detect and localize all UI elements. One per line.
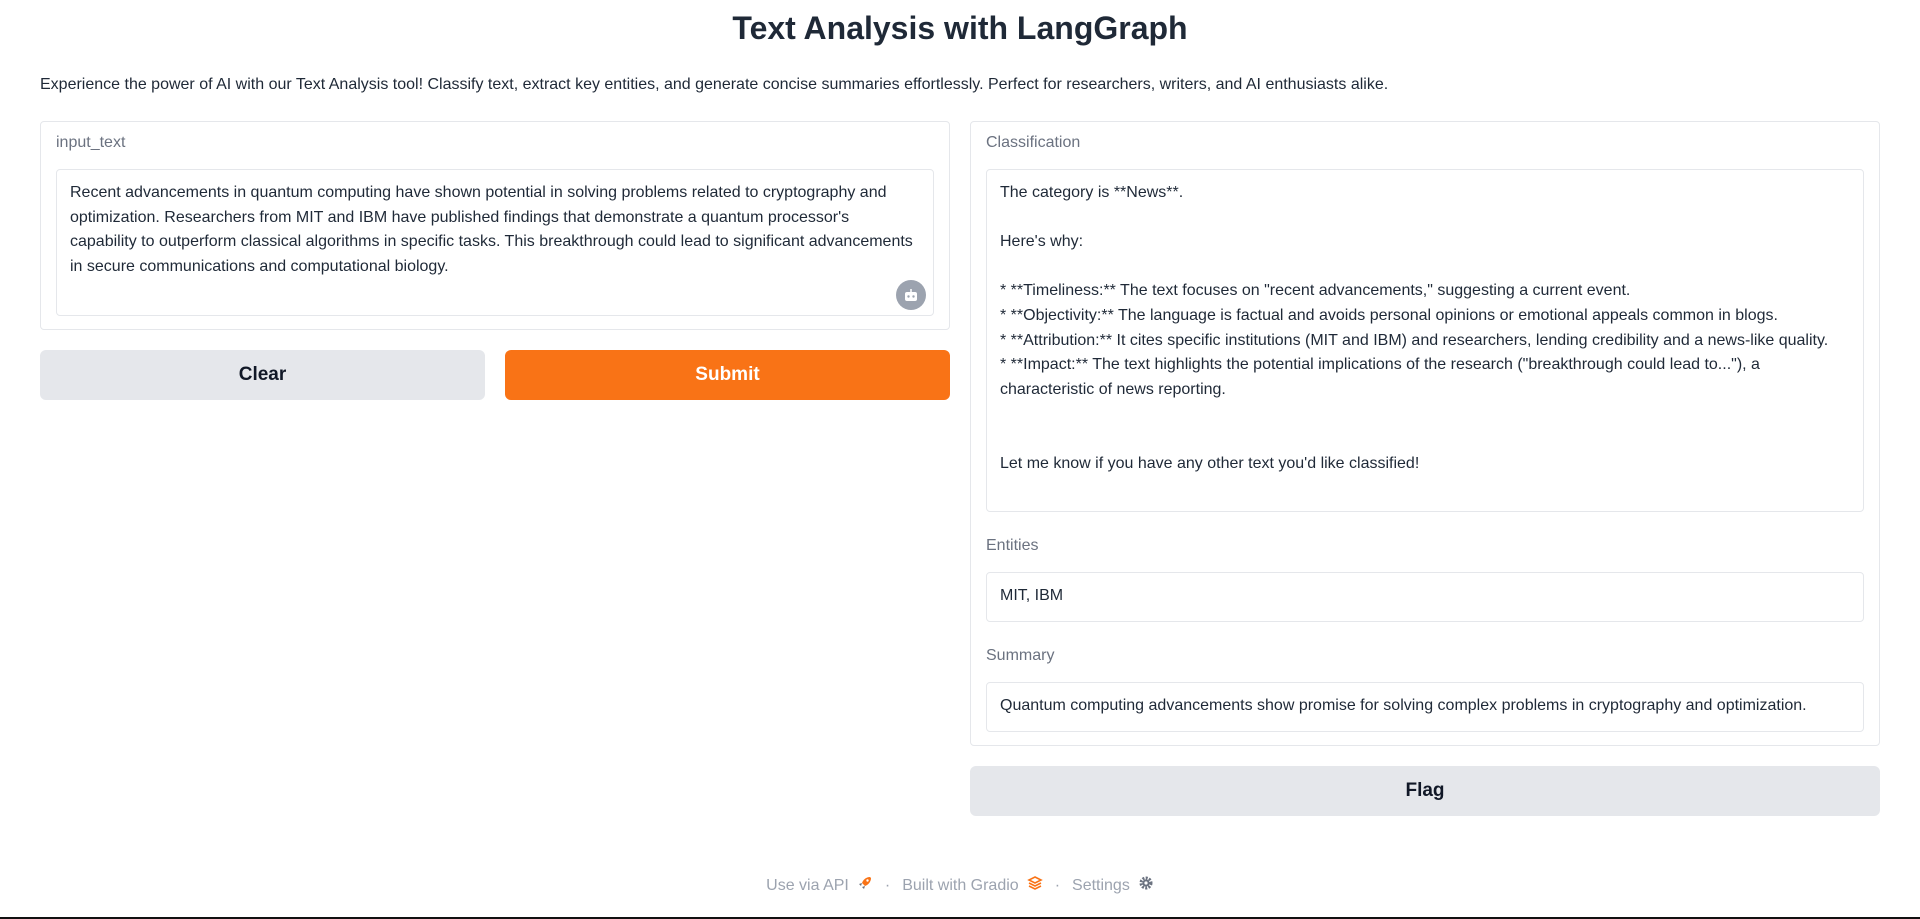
classification-output[interactable]: The category is **News**. Here's why: * … bbox=[986, 169, 1864, 512]
built-with-gradio-link[interactable]: Built with Gradio bbox=[902, 875, 1043, 896]
footer-separator: · bbox=[884, 876, 891, 894]
footer-separator: · bbox=[1054, 876, 1061, 894]
flag-button[interactable]: Flag bbox=[970, 766, 1880, 816]
page-title: Text Analysis with LangGraph bbox=[732, 10, 1188, 46]
gradio-logo-icon bbox=[1026, 875, 1043, 896]
clear-button[interactable]: Clear bbox=[40, 350, 485, 400]
rocket-icon bbox=[857, 875, 873, 896]
input-panel: input_text Recent advancements in quantu… bbox=[40, 121, 950, 330]
entities-output[interactable]: MIT, IBM bbox=[986, 572, 1864, 622]
built-with-gradio-label: Built with Gradio bbox=[902, 876, 1019, 894]
use-via-api-label: Use via API bbox=[766, 876, 849, 894]
page-description: Experience the power of AI with our Text… bbox=[40, 76, 1389, 93]
summary-label: Summary bbox=[986, 647, 1055, 664]
settings-link[interactable]: Settings bbox=[1072, 875, 1154, 896]
summary-output[interactable]: Quantum computing advancements show prom… bbox=[986, 682, 1864, 732]
footer: Use via API · Built with Gradio · Settin… bbox=[0, 875, 1920, 896]
settings-label: Settings bbox=[1072, 876, 1130, 894]
input-text-area[interactable]: Recent advancements in quantum computing… bbox=[56, 169, 934, 316]
app-root: Text Analysis with LangGraph Experience … bbox=[0, 0, 1920, 919]
input-text-label: input_text bbox=[56, 134, 126, 151]
classification-label: Classification bbox=[986, 134, 1081, 151]
submit-button[interactable]: Submit bbox=[505, 350, 950, 400]
output-panel: Classification The category is **News**.… bbox=[970, 121, 1880, 746]
use-via-api-link[interactable]: Use via API bbox=[766, 875, 873, 896]
bot-icon[interactable] bbox=[896, 280, 926, 310]
entities-label: Entities bbox=[986, 537, 1039, 554]
gear-icon bbox=[1138, 875, 1154, 896]
